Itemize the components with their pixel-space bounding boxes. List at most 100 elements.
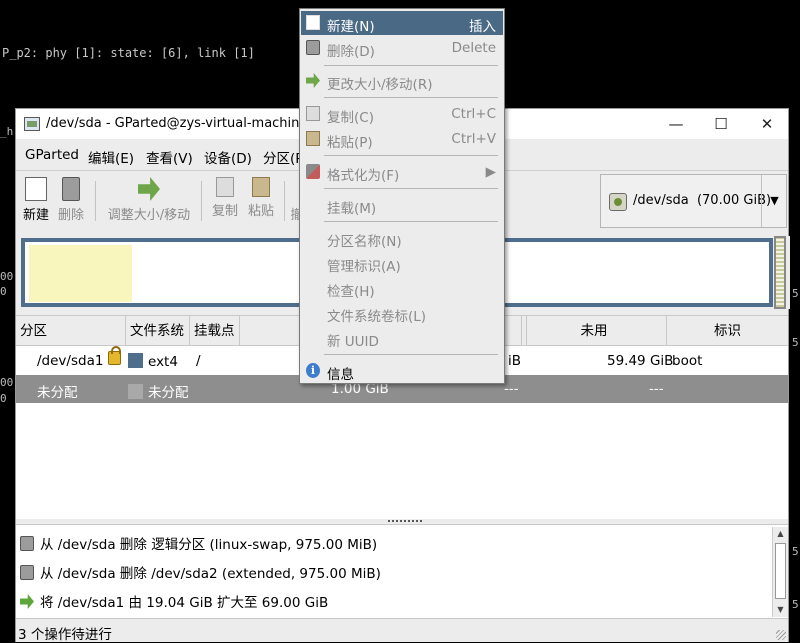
filesystem-color-swatch bbox=[128, 353, 143, 368]
menu-item-resize-move[interactable]: 更改大小/移动(R) bbox=[301, 69, 503, 93]
column-header-partition[interactable]: 分区 bbox=[16, 316, 126, 346]
menu-gparted[interactable]: GParted bbox=[25, 147, 79, 163]
resize-arrow-icon bbox=[306, 73, 320, 88]
partition-name: 未分配 bbox=[37, 385, 78, 401]
hard-disk-icon bbox=[609, 193, 627, 211]
operations-scrollbar[interactable]: ▲ ▼ bbox=[772, 527, 788, 617]
device-selector-text: /dev/sda (70.00 GiB) bbox=[633, 193, 771, 208]
unallocated-graphic[interactable] bbox=[774, 236, 786, 309]
maximize-button[interactable]: ☐ bbox=[706, 113, 736, 135]
scrollbar-thumb[interactable] bbox=[775, 543, 786, 599]
paste-button[interactable]: 粘贴 bbox=[247, 177, 275, 219]
dropdown-arrow-icon[interactable]: ▼ bbox=[761, 175, 787, 227]
delete-button-label: 删除 bbox=[57, 208, 84, 223]
device-size: (70.00 GiB) bbox=[696, 193, 772, 208]
menu-item-label: 粘贴(P) bbox=[327, 135, 373, 151]
lock-icon bbox=[108, 346, 121, 367]
new-button[interactable]: 新建 bbox=[22, 177, 50, 223]
device-selector[interactable]: /dev/sda (70.00 GiB) ▼ bbox=[600, 174, 787, 228]
copy-button[interactable]: 复制 bbox=[211, 177, 239, 219]
minimize-button[interactable]: — bbox=[661, 113, 691, 135]
menu-item-copy[interactable]: 复制(C) Ctrl+C bbox=[301, 102, 503, 126]
unused-value: --- bbox=[649, 381, 664, 397]
window-title: /dev/sda - GParted@zys-virtual-machine bbox=[46, 116, 308, 131]
menu-view[interactable]: 查看(V) bbox=[146, 147, 193, 167]
resize-grip-icon[interactable] bbox=[776, 630, 786, 640]
partition-context-menu: 新建(N) 插入 删除(D) Delete 更改大小/移动(R) 复制(C) C… bbox=[299, 8, 505, 384]
column-header-filesystem[interactable]: 文件系统 bbox=[126, 316, 190, 346]
menu-separator bbox=[324, 188, 498, 189]
terminal-edge-mark: 00 bbox=[0, 270, 14, 283]
terminal-edge-mark: _h bbox=[0, 125, 14, 138]
menu-item-new[interactable]: 新建(N) 插入 bbox=[301, 11, 503, 35]
menu-item-format-as[interactable]: 格式化为(F) ▶ bbox=[301, 160, 503, 184]
unused-value: 59.49 GiB bbox=[607, 353, 674, 369]
copy-icon bbox=[306, 106, 320, 121]
menu-partition[interactable]: 分区(P bbox=[263, 147, 303, 167]
menu-separator bbox=[324, 221, 498, 222]
used-space-bar bbox=[29, 245, 132, 302]
filesystem-name: 未分配 bbox=[148, 385, 189, 401]
terminal-edge-mark: 00 bbox=[0, 376, 14, 389]
menu-edit[interactable]: 编辑(E) bbox=[88, 147, 134, 167]
menu-item-label: 分区名称(N) bbox=[327, 234, 402, 250]
menu-item-label: 复制(C) bbox=[327, 110, 374, 126]
copy-button-label: 复制 bbox=[211, 204, 238, 219]
pending-operations-list: 从 /dev/sda 删除 逻辑分区 (linux-swap, 975.00 M… bbox=[16, 524, 788, 618]
new-document-icon bbox=[306, 15, 320, 30]
menu-item-delete[interactable]: 删除(D) Delete bbox=[301, 36, 503, 60]
filesystem-name: ext4 bbox=[148, 354, 178, 370]
delete-button[interactable]: 删除 bbox=[57, 177, 85, 223]
resize-move-button[interactable]: 调整大小/移动 bbox=[106, 177, 192, 223]
menu-item-accelerator: Ctrl+C bbox=[451, 106, 496, 122]
terminal-edge-mark: 0 bbox=[0, 285, 7, 298]
paste-icon bbox=[252, 177, 270, 197]
menu-item-new-uuid[interactable]: 新 UUID bbox=[301, 326, 503, 350]
info-icon: i bbox=[306, 363, 320, 378]
menu-item-accelerator: Delete bbox=[451, 40, 496, 56]
scroll-up-icon[interactable]: ▲ bbox=[773, 527, 788, 541]
terminal-edge-mark: 5 bbox=[792, 545, 799, 558]
menu-item-paste[interactable]: 粘贴(P) Ctrl+V bbox=[301, 127, 503, 151]
new-document-icon bbox=[25, 177, 47, 201]
menu-item-check[interactable]: 检查(H) bbox=[301, 276, 503, 300]
menu-item-fs-label[interactable]: 文件系统卷标(L) bbox=[301, 301, 503, 325]
menu-item-partition-name[interactable]: 分区名称(N) bbox=[301, 226, 503, 250]
menu-item-mount[interactable]: 挂载(M) bbox=[301, 193, 503, 217]
paste-icon bbox=[306, 131, 320, 146]
column-header-mountpoint[interactable]: 挂载点 bbox=[190, 316, 240, 346]
trash-icon bbox=[20, 565, 34, 580]
menu-item-information[interactable]: i 信息 bbox=[301, 359, 503, 383]
flags-value: boot bbox=[672, 353, 703, 369]
operation-text: 将 /dev/sda1 由 19.04 GiB 扩大至 69.00 GiB bbox=[40, 595, 329, 611]
resize-arrow-icon bbox=[20, 594, 34, 609]
menu-item-label: 管理标识(A) bbox=[327, 259, 401, 275]
menu-item-manage-flags[interactable]: 管理标识(A) bbox=[301, 251, 503, 275]
submenu-arrow-icon: ▶ bbox=[485, 164, 496, 180]
menu-item-label: 新 UUID bbox=[327, 334, 379, 350]
list-item[interactable]: 从 /dev/sda 删除 /dev/sda2 (extended, 975.0… bbox=[20, 562, 381, 582]
terminal-line: P_p2: phy [1]: state: [6], link [1] bbox=[2, 46, 255, 60]
terminal-edge-mark: 5 bbox=[792, 287, 799, 300]
list-item[interactable]: 将 /dev/sda1 由 19.04 GiB 扩大至 69.00 GiB bbox=[20, 591, 328, 611]
filesystem-cell: 未分配 bbox=[128, 381, 189, 401]
terminal-edge-mark: 5 bbox=[792, 336, 799, 349]
new-button-label: 新建 bbox=[22, 208, 49, 223]
partition-name: /dev/sda1 bbox=[37, 353, 104, 369]
used-value: iB bbox=[508, 353, 522, 369]
menu-separator bbox=[324, 155, 498, 156]
trash-icon bbox=[306, 40, 320, 55]
paste-button-label: 粘贴 bbox=[247, 204, 274, 219]
column-header-unused[interactable]: 未用 bbox=[522, 316, 667, 346]
column-header-flags[interactable]: 标识 bbox=[667, 316, 788, 346]
list-item[interactable]: 从 /dev/sda 删除 逻辑分区 (linux-swap, 975.00 M… bbox=[20, 533, 377, 553]
menu-item-label: 新建(N) bbox=[327, 19, 375, 35]
operation-text: 从 /dev/sda 删除 逻辑分区 (linux-swap, 975.00 M… bbox=[40, 537, 378, 553]
filesystem-cell: ext4 bbox=[128, 353, 178, 370]
toolbar-separator bbox=[201, 181, 202, 221]
menu-device[interactable]: 设备(D) bbox=[204, 147, 252, 167]
scroll-down-icon[interactable]: ▼ bbox=[773, 603, 788, 617]
close-button[interactable]: ✕ bbox=[752, 113, 782, 135]
menu-separator bbox=[324, 65, 498, 66]
used-value: --- bbox=[504, 381, 519, 397]
